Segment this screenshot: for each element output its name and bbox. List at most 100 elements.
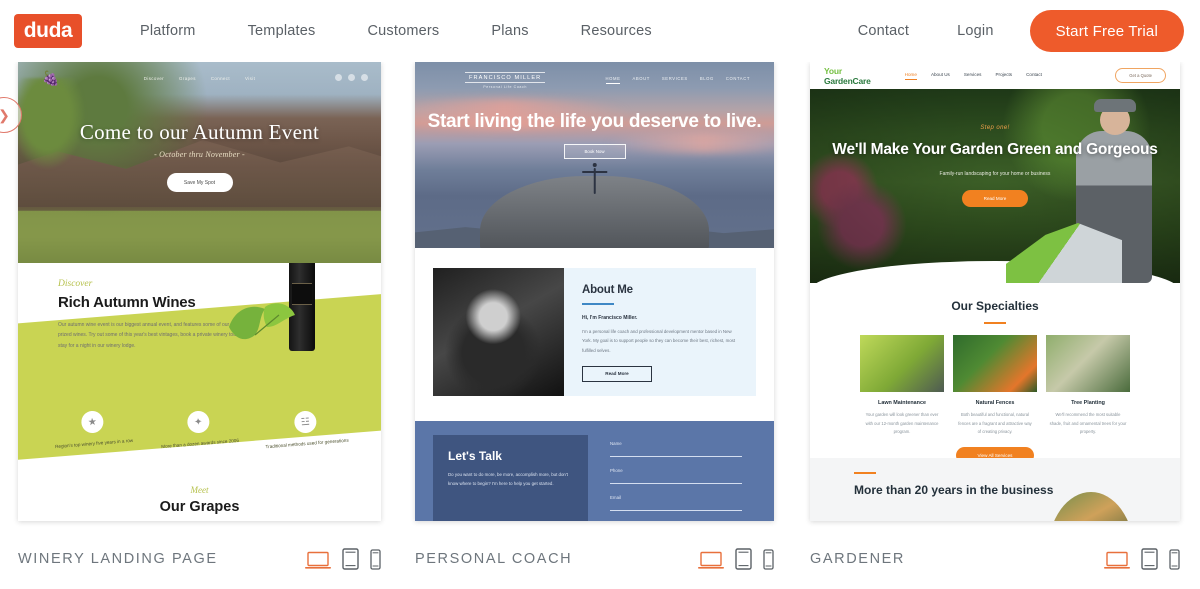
instagram-icon — [348, 74, 355, 81]
coach-about-text-panel: About Me Hi, I'm Francisco Miller. I'm a… — [564, 268, 756, 396]
winery-nav-connect: Connect — [210, 76, 231, 81]
duda-logo[interactable]: duda — [14, 14, 82, 48]
tablet-icon[interactable] — [342, 548, 359, 570]
nav-item-contact[interactable]: Contact — [834, 23, 933, 39]
template-preview-personal-coach[interactable]: FRANCISCO MILLER Personal Life Coach HOM… — [415, 62, 774, 521]
coach-person-silhouette — [593, 168, 596, 194]
template-preview-winery[interactable]: 🍇 Discover Grapes Connect Visit Come to … — [18, 62, 381, 521]
coach-contact-section: Let's Talk Do you want to do more, be mo… — [415, 421, 774, 521]
coach-read-more-button: Read More — [582, 365, 652, 382]
gardener-card-footer: GARDENER — [810, 521, 1180, 581]
garden-specialty-desc: We'll recommend the most suitable shade,… — [1049, 412, 1127, 435]
garden-experience-divider — [854, 472, 876, 474]
site-header: duda Platform Templates Customers Plans … — [0, 0, 1200, 62]
garden-hero: Step one! We'll Make Your Garden Green a… — [810, 89, 1180, 283]
coach-about-lead: Hi, I'm Francisco Miller. — [582, 315, 638, 321]
coach-brand-name: FRANCISCO MILLER — [465, 72, 546, 83]
garden-specialty-item: Natural Fences Both beautiful and functi… — [953, 335, 1037, 437]
garden-specialty-item: Tree Planting We'll recommend the most s… — [1046, 335, 1130, 437]
garden-specialties-divider — [984, 322, 1006, 324]
garden-nav-projects: Projects — [995, 71, 1013, 77]
nav-item-templates[interactable]: Templates — [222, 23, 342, 39]
coach-about-divider — [582, 303, 614, 305]
garden-specialty-list: Lawn Maintenance Your garden will look g… — [810, 335, 1180, 437]
winery-hero-text: Come to our Autumn Event - October thru … — [18, 120, 381, 192]
nav-item-plans[interactable]: Plans — [465, 23, 554, 39]
winery-section-body: Our autumn wine event is our biggest ann… — [58, 322, 244, 349]
garden-nav-contact: Contact — [1026, 71, 1042, 77]
coach-about-heading: About Me — [582, 284, 633, 296]
coach-brand-lockup: FRANCISCO MILLER Personal Life Coach — [465, 72, 546, 89]
start-free-trial-button[interactable]: Start Free Trial — [1029, 10, 1184, 52]
garden-specialty-image — [953, 335, 1037, 392]
coach-field-label: Email — [610, 495, 621, 500]
header-actions: Contact Login Start Free Trial — [834, 10, 1184, 52]
garden-specialty-title: Lawn Maintenance — [878, 400, 926, 406]
garden-nav-services: Services — [963, 71, 982, 77]
coach-talk-body: Do you want to do more, be more, accompl… — [448, 472, 568, 486]
mobile-icon[interactable] — [1169, 549, 1180, 570]
mobile-icon[interactable] — [763, 549, 774, 570]
template-card-gardener[interactable]: Your GardenCare Home About Us Services P… — [774, 62, 1180, 581]
coach-field-underline — [610, 456, 742, 457]
nav-item-resources[interactable]: Resources — [555, 23, 678, 39]
winery-body: Discover Rich Autumn Wines Our autumn wi… — [18, 263, 381, 521]
garden-nav-about-us: About Us — [930, 71, 950, 77]
tablet-icon[interactable] — [735, 548, 752, 570]
coach-about-section: About Me Hi, I'm Francisco Miller. I'm a… — [415, 248, 774, 421]
garden-hero-cta-button: Read More — [962, 189, 1028, 207]
tablet-icon[interactable] — [1141, 548, 1158, 570]
winery-hero-heading: Come to our Autumn Event — [79, 120, 320, 144]
main-navigation: Platform Templates Customers Plans Resou… — [114, 23, 678, 39]
template-card-personal-coach[interactable]: FRANCISCO MILLER Personal Life Coach HOM… — [381, 62, 774, 581]
winery-section-kicker: Discover — [58, 279, 93, 289]
garden-specialty-title: Natural Fences — [975, 400, 1015, 406]
garden-logo-leaf: Your — [824, 65, 842, 76]
coach-lets-talk-panel: Let's Talk Do you want to do more, be mo… — [433, 435, 588, 521]
winery-feature-item: ✦ More than a dozen awards since 2006 — [155, 408, 244, 452]
coach-nav-about: ABOUT — [632, 76, 650, 81]
garden-specialties-section: Our Specialties Lawn Maintenance Your ga… — [810, 261, 1180, 464]
desktop-icon[interactable] — [1104, 551, 1130, 570]
winery-footer-block: Meet Our Grapes — [18, 485, 381, 515]
nav-item-customers[interactable]: Customers — [341, 23, 465, 39]
twitter-icon — [361, 74, 368, 81]
garden-hero-heading: We'll Make Your Garden Green and Gorgeou… — [832, 141, 1158, 158]
garden-hero-subheading: Family-run landscaping for your home or … — [939, 170, 1051, 177]
coach-nav-blog: BLOG — [699, 76, 714, 81]
winery-nav-grapes: Grapes — [179, 76, 196, 81]
winery-section-heading: Rich Autumn Wines — [58, 294, 196, 311]
nav-item-login[interactable]: Login — [933, 23, 1017, 39]
grape-icon: ✦ — [187, 410, 211, 435]
coach-card-footer: PERSONAL COACH — [415, 521, 774, 581]
coach-field-name: Name — [610, 441, 742, 457]
coach-field-email: Email — [610, 495, 742, 511]
award-icon: ★ — [80, 410, 105, 435]
template-card-winery[interactable]: 🍇 Discover Grapes Connect Visit Come to … — [0, 62, 381, 581]
garden-hero-kicker: Step one! — [980, 125, 1010, 131]
coach-field-phone: Phone — [610, 468, 742, 484]
garden-specialty-desc: Both beautiful and functional, natural f… — [958, 412, 1032, 435]
winery-nav-visit: Visit — [245, 76, 256, 81]
desktop-icon[interactable] — [305, 551, 331, 570]
garden-preview-nav: Home About Us Services Projects Contact — [904, 71, 1042, 80]
winery-card-footer: WINERY LANDING PAGE — [18, 521, 381, 581]
garden-hero-text: Step one! We'll Make Your Garden Green a… — [810, 125, 1180, 207]
winery-feature-item: ★ Region's top winery five years in a ro… — [49, 408, 138, 452]
nav-item-platform[interactable]: Platform — [114, 23, 222, 39]
mobile-icon[interactable] — [370, 549, 381, 570]
coach-portrait-photo — [433, 268, 564, 396]
coach-field-label: Name — [610, 441, 622, 446]
garden-logo-text: GardenCare — [824, 75, 871, 86]
winery-feature-caption: More than a dozen awards since 2006 — [161, 438, 240, 450]
desktop-icon[interactable] — [698, 551, 724, 570]
template-preview-gardener[interactable]: Your GardenCare Home About Us Services P… — [810, 62, 1180, 521]
garden-specialty-image — [1046, 335, 1130, 392]
winery-intro-block: Discover Rich Autumn Wines Our autumn wi… — [58, 279, 248, 351]
garden-experience-heading: More than 20 years in the business — [854, 483, 1054, 497]
winery-feature-item: ☳ Traditional methods used for generatio… — [261, 408, 350, 452]
gardener-card-title: GARDENER — [810, 551, 905, 567]
winery-hero-cta-button: Save My Spot — [166, 173, 233, 192]
garden-specialty-desc: Your garden will look greener than ever … — [865, 412, 939, 435]
facebook-icon — [335, 74, 342, 81]
